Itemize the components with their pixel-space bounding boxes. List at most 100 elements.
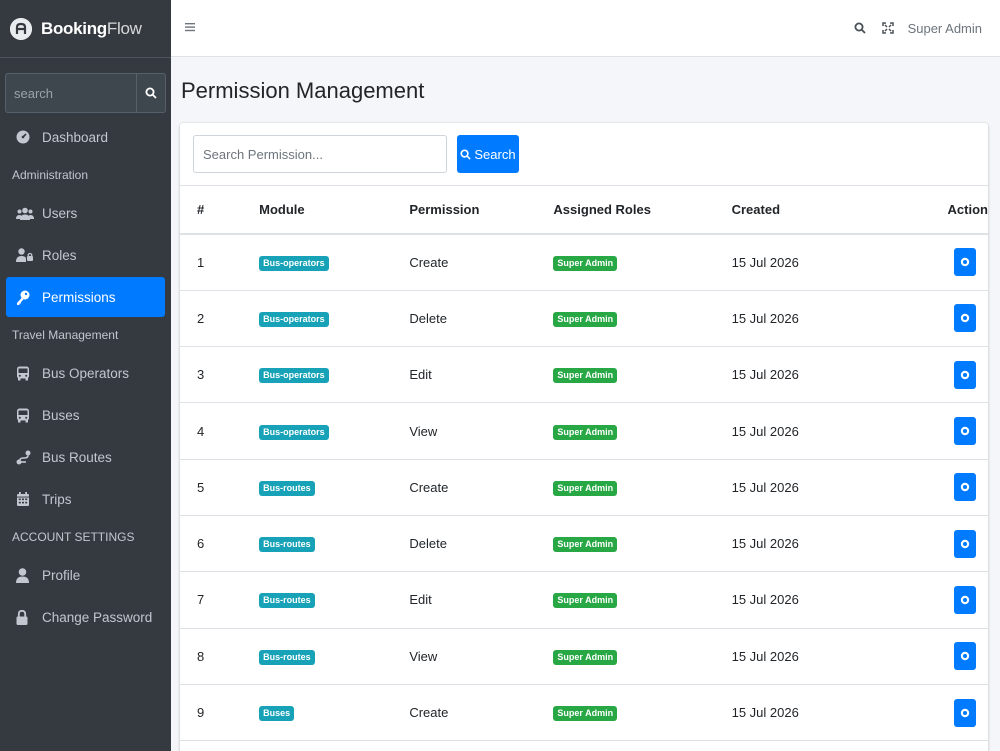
permission-search-bar: Search [180,123,988,186]
fullscreen-icon[interactable] [881,22,894,34]
lock-icon [16,609,38,625]
calendar-icon [16,491,38,507]
eye-icon [960,258,969,267]
sidebar-item-bus-routes[interactable]: Bus Routes [6,437,165,477]
action-wrap [856,529,988,558]
action-wrap [856,473,988,502]
brand-name-light: Flow [106,18,142,38]
cell-permission: Create [409,234,554,291]
cell-number: 1 [180,234,260,291]
view-button[interactable] [953,304,976,333]
key-icon [16,289,38,305]
user-lock-icon [16,247,38,263]
menu-toggle-icon[interactable] [185,19,199,37]
view-button[interactable] [953,642,976,671]
sidebar-item-label: Bus Routes [42,449,112,465]
column-header-action-label: Action [947,202,988,217]
cell-module: Bus-operators [259,290,410,348]
cell-permission: Delete [409,290,554,348]
view-button[interactable] [953,417,976,446]
view-button[interactable] [953,698,976,727]
cell-assigned-roles: Super Admin [553,346,732,404]
module-badge: Bus-operators [259,368,329,384]
sidebar: BookingFlow Dashboard Administration Users… [0,0,171,751]
view-button[interactable] [953,529,976,558]
cell-created: 15 Jul 2026 [731,515,856,573]
cell-permission: Edit [409,571,554,629]
search-icon [145,87,157,99]
eye-icon [960,539,969,548]
sidebar-item-label: Dashboard [42,129,109,145]
role-badge: Super Admin [553,368,618,384]
column-header-permission: Permission [409,186,554,235]
sidebar-section-header: ACCOUNT SETTINGS [12,530,135,544]
cell-permission: View [409,628,554,685]
sidebar-item-change-password[interactable]: Change Password [6,597,165,637]
sidebar-item-profile[interactable]: Profile [6,555,165,595]
cell-number: 7 [180,571,260,629]
view-button[interactable] [953,585,976,614]
bus-icon [16,407,38,423]
column-header-number: # [180,186,260,235]
eye-icon [960,652,969,661]
cell-number: 2 [180,290,260,348]
sidebar-item-trips[interactable]: Trips [6,479,165,519]
cell-assigned-roles: Super Admin [553,571,732,629]
brand-logo-icon [10,17,32,40]
permissions-table: # Module Permission Assigned Roles Creat… [180,186,988,742]
users-icon [16,205,38,221]
role-badge: Super Admin [553,537,618,553]
column-header-assigned-roles: Assigned Roles [553,186,732,235]
search-button[interactable]: Search [457,135,519,173]
search-icon [460,148,472,160]
sidebar-search-input[interactable] [5,73,136,113]
cell-assigned-roles: Super Admin [553,628,732,685]
permission-search-input[interactable] [193,135,447,173]
table-row: 1 Bus-operators Create Super Admin 15 Jul 20… [180,234,988,291]
top-navbar: Super Admin [171,0,1000,57]
module-badge: Buses [259,706,295,722]
cell-created: 15 Jul 2026 [731,628,856,685]
sidebar-section-header: Travel Management [12,328,119,342]
table-row: 4 Bus-operators View Super Admin 15 Jul 2026 [180,402,988,460]
sidebar-item-bus-operators[interactable]: Bus Operators [6,353,165,393]
sidebar-item-label: Bus Operators [42,365,130,381]
sidebar-item-label: Trips [42,491,72,507]
brand[interactable]: BookingFlow [0,0,171,58]
cell-module: Bus-routes [259,459,410,516]
sidebar-item-users[interactable]: Users [6,193,165,233]
sidebar-item-permissions[interactable]: Permissions [6,277,165,317]
cell-created: 15 Jul 2026 [731,571,856,629]
view-button[interactable] [953,248,976,277]
role-badge: Super Admin [553,255,618,271]
brand-name-bold: Booking [41,18,107,38]
view-button[interactable] [953,360,976,389]
user-menu[interactable]: Super Admin [908,21,982,36]
brand-name: BookingFlow [41,19,142,39]
action-wrap [856,417,988,446]
permissions-card: Search # Module Permission Assigned Role… [180,123,988,751]
navbar-right: Super Admin [838,21,1000,36]
sidebar-search-button[interactable] [136,73,166,113]
module-badge: Bus-routes [259,480,315,496]
sidebar-item-label: Permissions [42,289,116,305]
route-icon [16,449,38,465]
sidebar-item-dashboard[interactable]: Dashboard [6,117,165,157]
table-row: 7 Bus-routes Edit Super Admin 15 Jul 2026 [180,571,988,629]
sidebar-item-roles[interactable]: Roles [6,235,165,275]
navbar-search-icon[interactable] [854,22,866,34]
cell-created: 15 Jul 2026 [731,459,856,516]
eye-icon [960,483,969,492]
sidebar-search [5,73,166,113]
cell-assigned-roles: Super Admin [553,402,732,460]
sidebar-item-buses[interactable]: Buses [6,395,165,435]
table-header-row: # Module Permission Assigned Roles Creat… [180,186,988,235]
role-badge: Super Admin [553,593,618,609]
cell-created: 15 Jul 2026 [731,684,856,742]
cell-action [855,459,988,516]
cell-created: 15 Jul 2026 [731,346,856,404]
module-badge: Bus-routes [259,537,315,553]
column-header-action: Action [855,186,988,235]
cell-assigned-roles: Super Admin [553,515,732,573]
view-button[interactable] [953,473,976,502]
